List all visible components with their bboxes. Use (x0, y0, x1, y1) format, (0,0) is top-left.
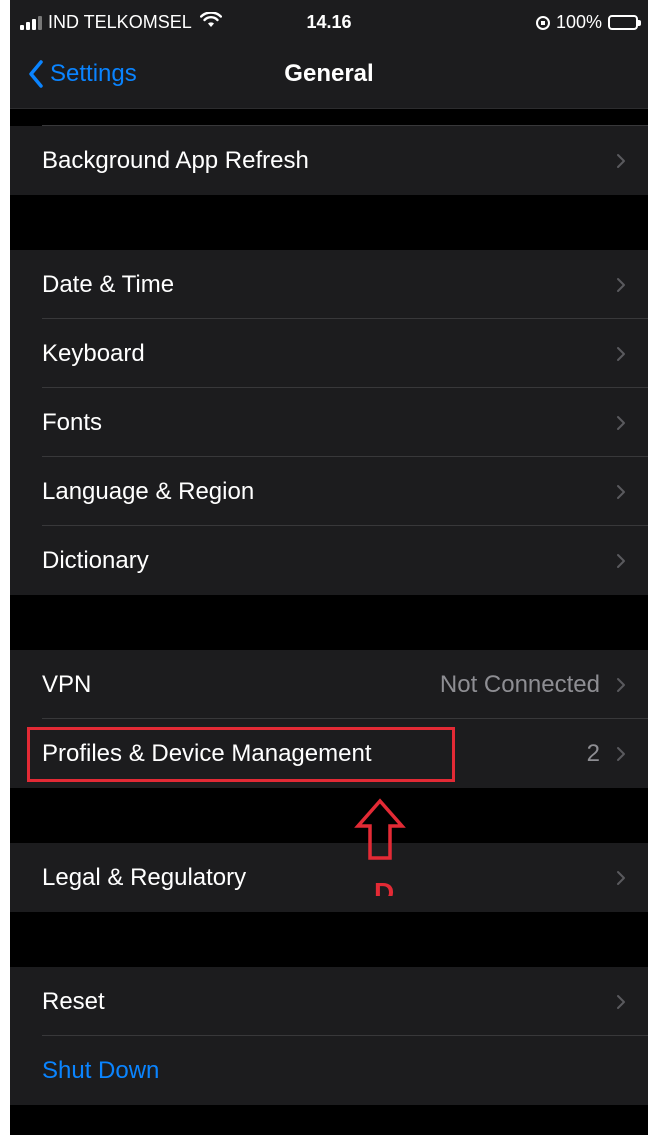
row-label: Dictionary (42, 547, 149, 574)
highlight-box (27, 727, 455, 782)
row-legal-regulatory[interactable]: Legal & Regulatory (10, 843, 648, 912)
chevron-right-icon (617, 871, 625, 885)
navigation-bar: Settings General (10, 50, 648, 109)
shut-down-button[interactable]: Shut Down (10, 1036, 648, 1105)
chevron-right-icon (617, 995, 625, 1009)
row-dictionary[interactable]: Dictionary (10, 526, 648, 595)
profiles-count: 2 (586, 740, 600, 767)
battery-percent: 100% (555, 12, 602, 32)
row-label: Background App Refresh (42, 147, 309, 174)
chevron-right-icon (617, 154, 625, 168)
row-label: Reset (42, 988, 105, 1015)
orientation-lock-icon (535, 15, 550, 30)
shut-down-label: Shut Down (42, 1057, 160, 1084)
chevron-right-icon (617, 485, 625, 499)
settings-group-localization: Date & Time Keyboard Fonts Language & Re… (10, 250, 648, 595)
chevron-right-icon (617, 747, 625, 761)
row-label: Date & Time (42, 271, 175, 298)
arrow-up-icon (354, 798, 406, 860)
row-background-app-refresh[interactable]: Background App Refresh (10, 126, 648, 195)
row-vpn[interactable]: VPN Not Connected (10, 650, 648, 719)
annotation-letter: D (374, 877, 395, 896)
row-label: Legal & Regulatory (42, 864, 247, 891)
chevron-right-icon (617, 278, 625, 292)
row-keyboard[interactable]: Keyboard (10, 319, 648, 388)
page-title: General (284, 60, 374, 87)
settings-screen: IND TELKOMSEL 14.16 100% Settings Genera… (10, 0, 648, 1135)
battery-info: 100% (535, 12, 641, 33)
chevron-right-icon (617, 347, 625, 361)
row-language-region[interactable]: Language & Region (10, 457, 648, 526)
chevron-right-icon (617, 416, 625, 430)
chevron-right-icon (617, 554, 625, 568)
row-label: Fonts (42, 409, 103, 436)
row-fonts[interactable]: Fonts (10, 388, 648, 457)
row-label: Keyboard (42, 340, 145, 367)
settings-group-legal: Legal & Regulatory (10, 843, 648, 912)
settings-group-reset: Reset Shut Down (10, 967, 648, 1105)
row-label: Language & Region (42, 478, 255, 505)
status-bar: IND TELKOMSEL 14.16 100% (10, 0, 648, 50)
vpn-status: Not Connected (439, 671, 600, 698)
battery-icon (608, 15, 641, 30)
row-date-time[interactable]: Date & Time (10, 250, 648, 319)
settings-group-background: Background App Refresh (10, 126, 648, 195)
row-label: VPN (42, 671, 92, 698)
chevron-right-icon (617, 678, 625, 692)
row-reset[interactable]: Reset (10, 967, 648, 1036)
